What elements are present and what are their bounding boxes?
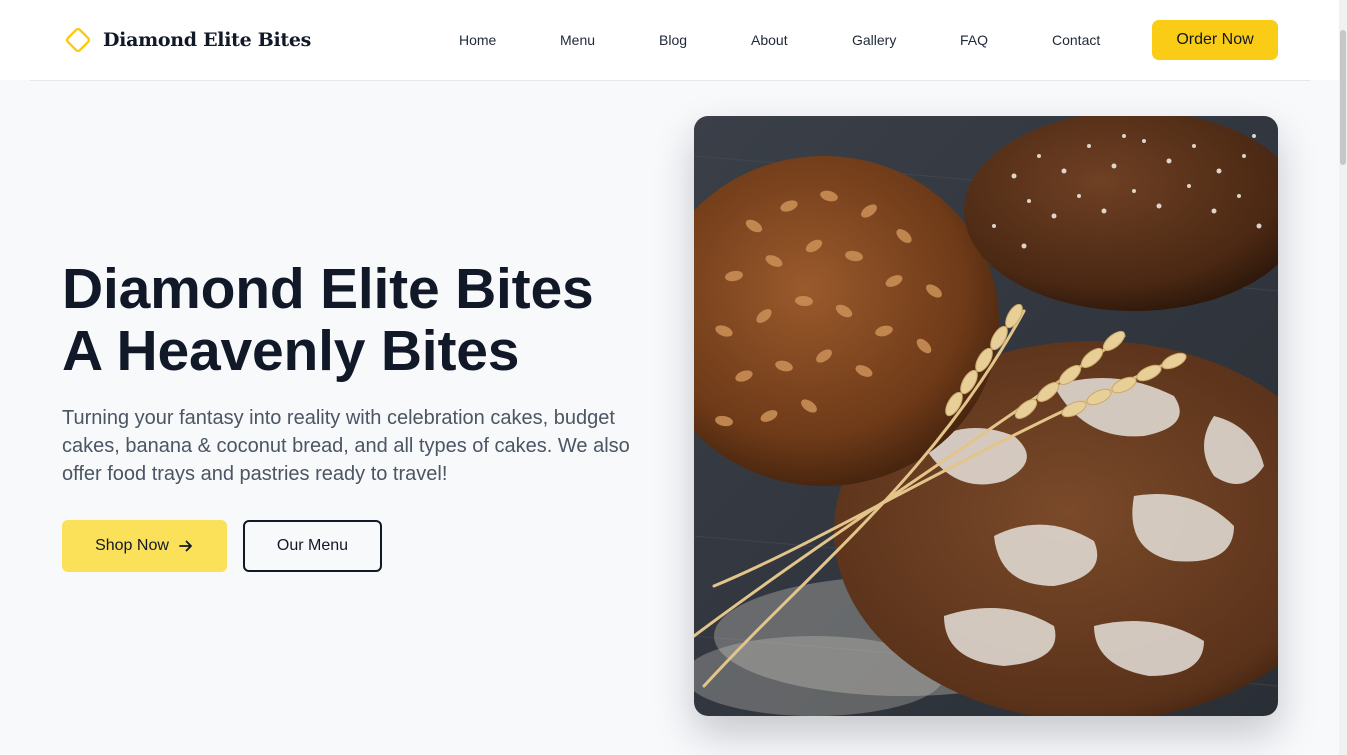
nav-item-about[interactable]: About <box>751 31 788 49</box>
nav-item-gallery[interactable]: Gallery <box>852 31 896 49</box>
order-now-button[interactable]: Order Now <box>1152 20 1278 60</box>
our-menu-button[interactable]: Our Menu <box>243 520 382 572</box>
diamond-outline-icon <box>65 27 91 53</box>
hero-title-line-2: A Heavenly Bites <box>62 319 520 383</box>
bread-photo-illustration <box>694 116 1278 716</box>
nav-item-faq[interactable]: FAQ <box>960 31 988 49</box>
arrow-right-icon <box>179 540 192 552</box>
hero-title-line-1: Diamond Elite Bites <box>62 257 594 321</box>
page-scrollbar[interactable] <box>1339 0 1347 755</box>
shop-now-label: Shop Now <box>95 537 169 554</box>
nav-item-home[interactable]: Home <box>459 31 496 49</box>
page: Diamond Elite Bites Home Menu Blog About… <box>0 0 1347 755</box>
nav-item-blog[interactable]: Blog <box>659 31 687 49</box>
brand-logo-link[interactable]: Diamond Elite Bites <box>62 24 311 56</box>
nav-item-contact[interactable]: Contact <box>1052 31 1100 49</box>
header-divider <box>30 80 1310 81</box>
hero-description: Turning your fantasy into reality with c… <box>62 407 630 485</box>
site-header: Diamond Elite Bites Home Menu Blog About… <box>0 0 1339 80</box>
hero-title: Diamond Elite Bites A Heavenly Bites <box>62 258 662 382</box>
scrollbar-thumb[interactable] <box>1340 30 1346 165</box>
hero-bread-image <box>694 116 1278 716</box>
brand-name: Diamond Elite Bites <box>103 29 312 51</box>
shop-now-button[interactable]: Shop Now <box>62 520 227 572</box>
nav-item-menu[interactable]: Menu <box>560 31 595 49</box>
